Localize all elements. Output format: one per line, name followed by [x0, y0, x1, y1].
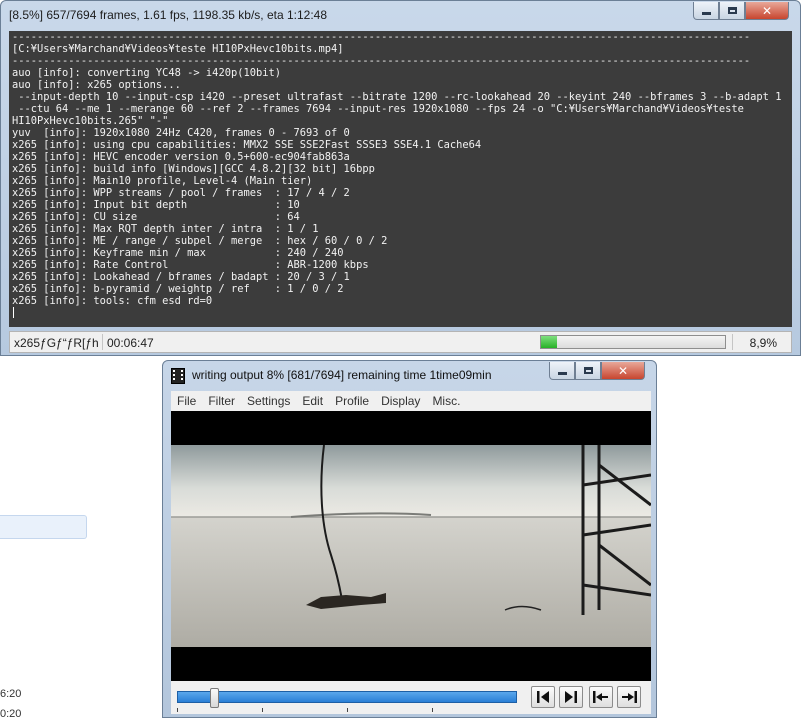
prev-frame-icon	[537, 691, 549, 703]
menu-profile[interactable]: Profile	[329, 394, 375, 408]
video-frame	[171, 445, 651, 647]
seek-thumb[interactable]	[210, 688, 219, 708]
status-bar: x265ƒGƒ“ƒR[ƒh 00:06:47 8,9%	[9, 331, 792, 353]
film-icon	[171, 368, 185, 384]
skip-end-icon	[622, 691, 637, 703]
preview-close-button[interactable]: ✕	[601, 362, 645, 380]
menu-file[interactable]: File	[171, 394, 202, 408]
console-line: x265 [info]: Input bit depth : 10	[12, 199, 300, 211]
console-line: auo [info]: converting YC48 -> i420p(10b…	[12, 67, 281, 79]
next-frame-icon	[565, 691, 577, 703]
console-line: x265 [info]: WPP streams / pool / frames…	[12, 187, 350, 199]
prev-frame-button[interactable]	[531, 686, 555, 708]
close-icon: ✕	[617, 363, 629, 378]
maximize-icon	[583, 367, 593, 374]
menu-filter[interactable]: Filter	[202, 394, 241, 408]
minimize-icon	[701, 12, 711, 15]
seek-track	[177, 691, 517, 703]
preview-minimize-button[interactable]	[549, 362, 575, 380]
window-title: [8.5%] 657/7694 frames, 1.61 fps, 1198.3…	[9, 8, 327, 22]
console-line: x265 [info]: Lookahead / bframes / badap…	[12, 271, 350, 283]
progress-percent: 8,9%	[749, 336, 777, 350]
console-line: x265 [info]: tools: cfm esd rd=0	[12, 295, 213, 307]
maximize-icon	[727, 7, 737, 14]
menu-edit[interactable]: Edit	[296, 394, 329, 408]
console-line: ----------------------------------------…	[12, 55, 751, 67]
go-to-end-button[interactable]	[617, 686, 641, 708]
background-selection	[0, 515, 87, 539]
video-preview	[171, 411, 651, 681]
sky	[171, 445, 651, 517]
minimize-icon	[557, 372, 567, 375]
playback-controls	[171, 681, 651, 714]
menu-bar: File Filter Settings Edit Profile Displa…	[171, 391, 651, 411]
console-line: x265 [info]: build info [Windows][GCC 4.…	[12, 163, 375, 175]
caption-buttons: ✕	[693, 2, 789, 20]
background-time-1: 6:20	[0, 688, 22, 700]
encoder-console-window: [8.5%] 657/7694 frames, 1.61 fps, 1198.3…	[0, 0, 801, 356]
menu-display[interactable]: Display	[375, 394, 426, 408]
status-divider	[732, 334, 733, 350]
seek-bar[interactable]	[177, 688, 517, 712]
console-line: x265 [info]: Rate Control : ABR-1200 kbp…	[12, 259, 369, 271]
seek-ticks	[177, 708, 517, 712]
console-line: yuv [info]: 1920x1080 24Hz C420, frames …	[12, 127, 350, 139]
preview-window: writing output 8% [681/7694] remaining t…	[162, 360, 657, 718]
console-line: auo [info]: x265 options...	[12, 79, 181, 91]
elapsed-time: 00:06:47	[107, 336, 154, 350]
menu-settings[interactable]: Settings	[241, 394, 296, 408]
close-icon: ✕	[761, 3, 773, 18]
preview-maximize-button[interactable]	[575, 362, 601, 380]
console-line: --ctu 64 --me 1 --merange 60 --ref 2 --f…	[12, 103, 744, 115]
maximize-button[interactable]	[719, 2, 745, 20]
console-line: x265 [info]: Main10 profile, Level-4 (Ma…	[12, 175, 313, 187]
console-line: x265 [info]: Max RQT depth inter / intra…	[12, 223, 319, 235]
preview-caption-buttons: ✕	[549, 362, 645, 380]
console-output[interactable]: ----------------------------------------…	[9, 31, 792, 327]
console-line: x265 [info]: b-pyramid / weightp / ref :…	[12, 283, 344, 295]
console-line: --input-depth 10 --input-csp i420 --pres…	[12, 91, 782, 103]
console-line: HI10PxHevc10bits.265" "-"	[12, 115, 169, 127]
console-line: x265 [info]: HEVC encoder version 0.5+60…	[12, 151, 350, 163]
status-label: x265ƒGƒ“ƒR[ƒh	[14, 336, 99, 350]
status-divider	[102, 334, 103, 350]
next-frame-button[interactable]	[559, 686, 583, 708]
encode-progress-bar	[540, 335, 726, 349]
salt-flat	[171, 517, 651, 647]
console-line: x265 [info]: using cpu capabilities: MMX…	[12, 139, 482, 151]
minimize-button[interactable]	[693, 2, 719, 20]
console-line: ----------------------------------------…	[12, 31, 751, 43]
console-line: x265 [info]: Keyframe min / max : 240 / …	[12, 247, 344, 259]
console-line: [C:¥Users¥Marchand¥Videos¥teste HI10PxHe…	[12, 43, 344, 55]
skip-start-icon	[593, 691, 608, 703]
encode-progress-fill	[541, 336, 558, 348]
console-line: x265 [info]: ME / range / subpel / merge…	[12, 235, 388, 247]
console-line: x265 [info]: CU size : 64	[12, 211, 300, 223]
menu-misc[interactable]: Misc.	[426, 394, 466, 408]
console-cursor-line	[12, 307, 789, 319]
close-button[interactable]: ✕	[745, 2, 789, 20]
preview-window-title: writing output 8% [681/7694] remaining t…	[192, 368, 492, 382]
go-to-start-button[interactable]	[589, 686, 613, 708]
text-cursor	[13, 307, 14, 318]
background-time-2: 0:20	[0, 708, 22, 720]
